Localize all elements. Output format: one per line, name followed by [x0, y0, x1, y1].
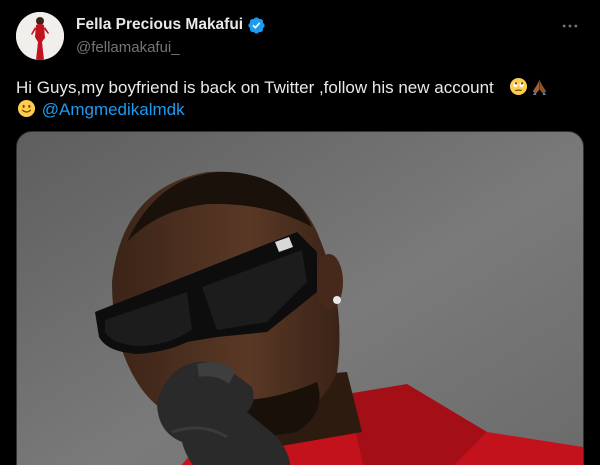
- tweet-text: Hi Guys,my boyfriend is back on Twitter …: [16, 77, 586, 121]
- face-with-rolling-eyes-emoji: [509, 77, 528, 96]
- tweet: Fella Precious Makafui @fellamakafui_ Hi…: [0, 0, 600, 465]
- verified-badge-icon: [247, 16, 266, 35]
- more-horizontal-icon[interactable]: [558, 14, 582, 38]
- author-handle[interactable]: @fellamakafui_: [76, 39, 266, 56]
- slightly-smiling-face-emoji: [17, 99, 36, 118]
- tweet-body-text: Hi Guys,my boyfriend is back on Twitter …: [16, 78, 494, 97]
- folded-hands-emoji: [530, 77, 549, 96]
- author-name-row: Fella Precious Makafui: [76, 14, 266, 36]
- mention-link[interactable]: @Amgmedikalmdk: [42, 100, 185, 119]
- author-avatar[interactable]: [16, 12, 64, 60]
- tweet-media-photo[interactable]: [16, 131, 584, 465]
- author-info: Fella Precious Makafui @fellamakafui_: [76, 14, 266, 56]
- author-display-name[interactable]: Fella Precious Makafui: [76, 16, 243, 34]
